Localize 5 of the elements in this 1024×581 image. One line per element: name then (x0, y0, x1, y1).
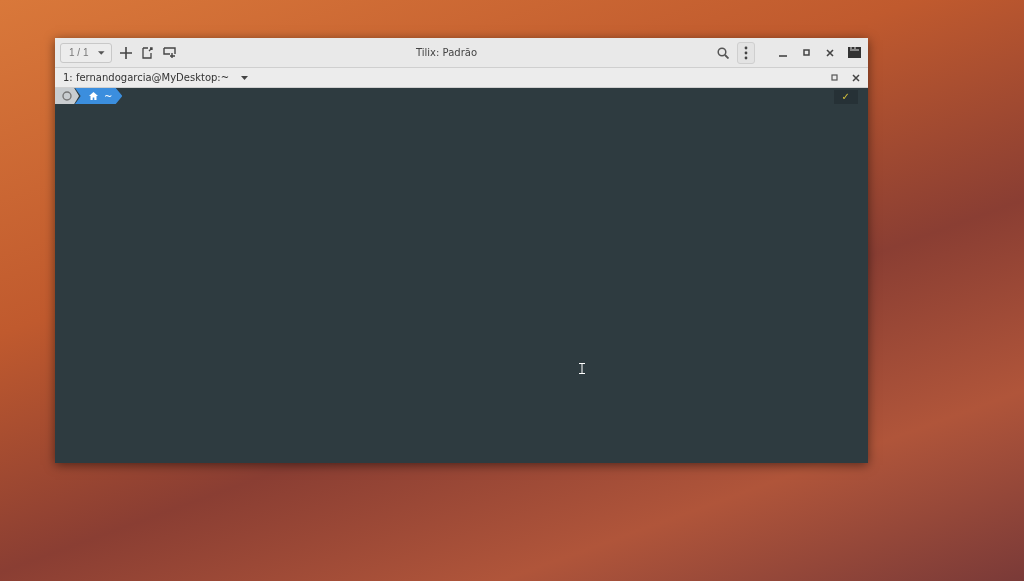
prompt-path: ~ (104, 90, 113, 102)
status-indicator: ✓ (833, 90, 858, 104)
terminal-title: 1: fernandogarcia@MyDesktop:~ (63, 72, 230, 83)
window-title: Tilix: Padrão (415, 47, 478, 58)
session-dropdown[interactable]: 1 / 1 (60, 42, 112, 63)
